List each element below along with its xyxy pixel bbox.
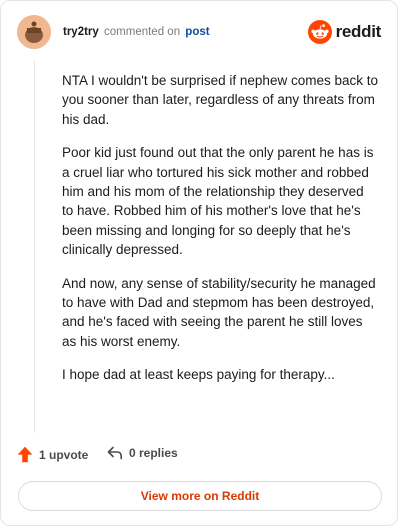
comment-paragraph: NTA I wouldn't be surprised if nephew co… [62, 73, 378, 127]
comment-paragraph: Poor kid just found out that the only pa… [62, 145, 374, 258]
upvote-button[interactable]: 1 upvote [17, 446, 88, 463]
view-more-label: View more on Reddit [140, 489, 260, 503]
upvote-count: 1 upvote [39, 447, 89, 462]
comment-body: NTA I wouldn't be surprised if nephew co… [62, 71, 378, 399]
action-text: commented on [104, 26, 181, 38]
author-line: try2try commented on post [63, 26, 210, 38]
replies-count: 0 replies [129, 446, 178, 460]
username[interactable]: try2try [63, 26, 99, 38]
replies-button[interactable]: 0 replies [107, 446, 178, 460]
thread-line [34, 61, 35, 433]
reddit-logo[interactable]: reddit [307, 19, 382, 45]
embedded-comment-card: try2try commented on post reddit NTA I w… [0, 0, 398, 526]
comment-footer: 1 upvote 0 replies [17, 445, 381, 465]
comment-header: try2try commented on post reddit [17, 15, 381, 51]
avatar-icon [17, 15, 51, 49]
post-link[interactable]: post [185, 26, 209, 38]
comment-paragraph: I hope dad at least keeps paying for the… [62, 367, 335, 383]
reply-arrow-icon [107, 446, 122, 460]
view-more-button[interactable]: View more on Reddit [18, 481, 382, 511]
comment-paragraph: And now, any sense of stability/security… [62, 275, 376, 349]
upvote-arrow-icon [17, 446, 33, 463]
reddit-snoo-icon [307, 20, 332, 44]
reddit-wordmark: reddit [335, 22, 382, 41]
avatar[interactable] [17, 15, 51, 49]
